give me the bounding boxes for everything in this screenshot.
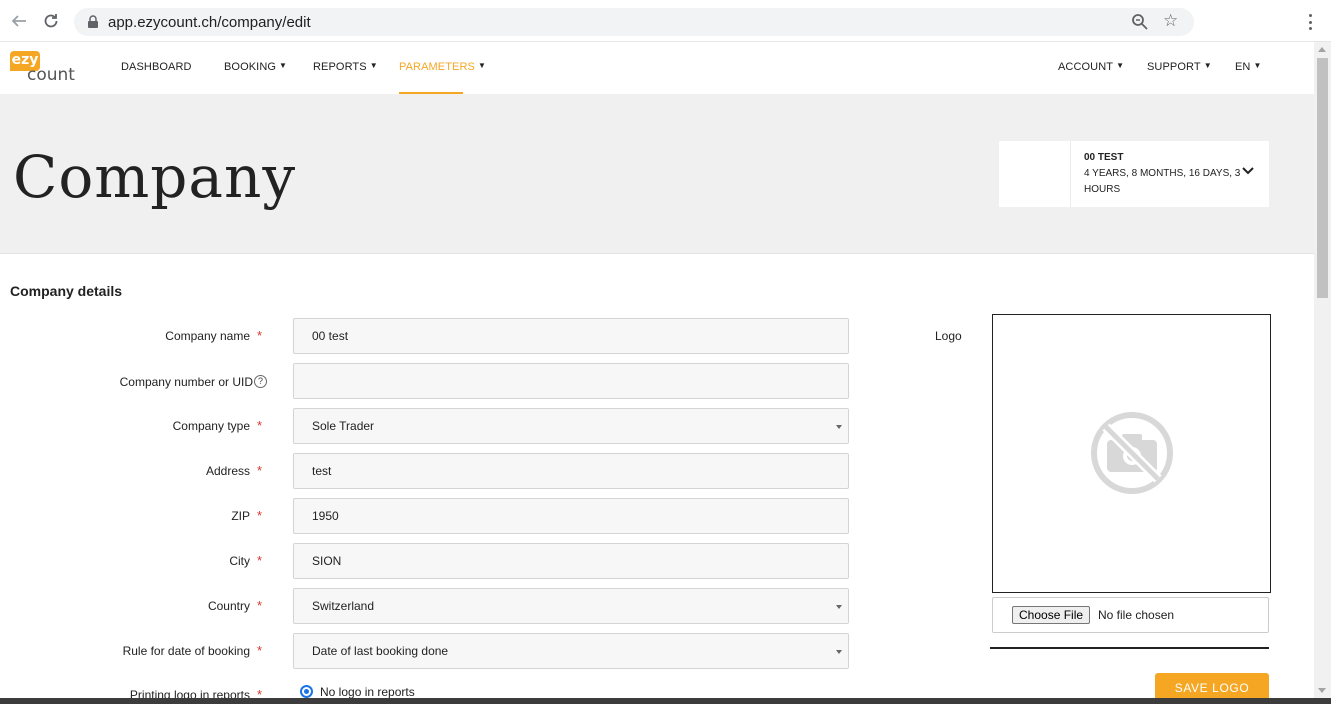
caret-down-icon: ▼ bbox=[369, 61, 378, 70]
page-title: Company bbox=[13, 143, 297, 211]
country-label: Country bbox=[207, 599, 250, 613]
dropdown-arrow-icon bbox=[836, 425, 842, 429]
company-name-input[interactable]: 00 test bbox=[293, 318, 849, 354]
required-marker: * bbox=[257, 508, 263, 523]
reload-icon[interactable] bbox=[40, 10, 62, 32]
back-arrow-icon[interactable] bbox=[8, 10, 30, 32]
required-marker: * bbox=[257, 598, 263, 613]
required-marker: * bbox=[257, 418, 263, 433]
no-logo-radio-label: No logo in reports bbox=[320, 685, 415, 699]
nav-support[interactable]: SUPPORT ▼ bbox=[1147, 61, 1212, 73]
page-header: Company 00 TEST 4 YEARS, 8 MONTHS, 16 DA… bbox=[0, 94, 1314, 254]
help-icon[interactable]: ? bbox=[254, 375, 267, 388]
dropdown-arrow-icon bbox=[836, 650, 842, 654]
nav-parameters[interactable]: PARAMETERS ▼ bbox=[399, 61, 486, 73]
required-marker: * bbox=[257, 553, 263, 568]
required-marker: * bbox=[257, 328, 263, 343]
booking-date-rule-select[interactable]: Date of last booking done bbox=[293, 633, 849, 669]
dropdown-arrow-icon bbox=[836, 605, 842, 609]
url-text: app.ezycount.ch/company/edit bbox=[108, 14, 311, 31]
booking-date-rule-label: Rule for date of booking bbox=[122, 644, 250, 658]
period-selector[interactable]: 00 TEST 4 YEARS, 8 MONTHS, 16 DAYS, 3 HO… bbox=[999, 141, 1269, 207]
chevron-down-icon[interactable] bbox=[1241, 166, 1255, 176]
company-name-label: Company name bbox=[165, 329, 250, 343]
zip-label: ZIP bbox=[231, 509, 250, 523]
company-type-label: Company type bbox=[172, 419, 250, 433]
lock-icon bbox=[88, 15, 98, 28]
caret-down-icon: ▼ bbox=[1253, 61, 1262, 70]
no-logo-radio[interactable] bbox=[300, 685, 313, 698]
period-name: 00 TEST bbox=[1084, 152, 1124, 163]
country-select[interactable]: Switzerland bbox=[293, 588, 849, 624]
bookmark-star-icon[interactable]: ☆ bbox=[1163, 11, 1178, 31]
browser-toolbar: app.ezycount.ch/company/edit ☆ bbox=[0, 0, 1331, 42]
address-bar[interactable]: app.ezycount.ch/company/edit ☆ bbox=[74, 8, 1194, 36]
scroll-down-icon[interactable] bbox=[1318, 688, 1326, 693]
no-photo-icon bbox=[1091, 412, 1173, 494]
caret-down-icon: ▼ bbox=[1116, 61, 1125, 70]
required-marker: * bbox=[257, 463, 263, 478]
caret-down-icon: ▼ bbox=[1203, 61, 1212, 70]
company-uid-label: Company number or UID? bbox=[120, 375, 267, 389]
scroll-up-icon[interactable] bbox=[1318, 47, 1326, 52]
choose-file-button[interactable]: Choose File bbox=[1012, 606, 1091, 624]
ezycount-logo[interactable]: ezy count bbox=[10, 51, 80, 87]
logo-label: Logo bbox=[935, 329, 962, 343]
address-label: Address bbox=[205, 464, 250, 478]
caret-down-icon: ▼ bbox=[477, 61, 487, 70]
company-type-select[interactable]: Sole Trader bbox=[293, 408, 849, 444]
app-navbar: ezy count DASHBOARD BOOKING ▼ REPORTS ▼ PA… bbox=[0, 42, 1314, 95]
scroll-thumb[interactable] bbox=[1317, 58, 1328, 298]
nav-language[interactable]: EN ▼ bbox=[1235, 61, 1262, 73]
file-status: No file chosen bbox=[1098, 608, 1175, 622]
company-uid-input[interactable] bbox=[293, 363, 849, 399]
logo-preview bbox=[992, 314, 1271, 593]
nav-dashboard[interactable]: DASHBOARD bbox=[121, 61, 192, 73]
zip-input[interactable]: 1950 bbox=[293, 498, 849, 534]
divider bbox=[990, 647, 1269, 649]
divider bbox=[1070, 141, 1071, 207]
zoom-icon[interactable] bbox=[1130, 12, 1150, 32]
city-label: City bbox=[229, 554, 250, 568]
nav-account[interactable]: ACCOUNT ▼ bbox=[1058, 61, 1124, 73]
section-title: Company details bbox=[10, 283, 123, 299]
nav-booking[interactable]: BOOKING ▼ bbox=[224, 61, 287, 73]
period-duration: 4 YEARS, 8 MONTHS, 16 DAYS, 3 HOURS bbox=[1084, 168, 1241, 195]
nav-reports[interactable]: REPORTS ▼ bbox=[313, 61, 378, 73]
caret-down-icon: ▼ bbox=[279, 61, 288, 70]
address-input[interactable]: test bbox=[293, 453, 849, 489]
city-input[interactable]: SION bbox=[293, 543, 849, 579]
browser-menu-icon[interactable] bbox=[1300, 12, 1320, 32]
file-input: Choose File No file chosen bbox=[992, 597, 1269, 633]
required-marker: * bbox=[257, 643, 263, 658]
page-scrollbar[interactable] bbox=[1314, 42, 1331, 698]
bottom-edge bbox=[0, 698, 1331, 704]
